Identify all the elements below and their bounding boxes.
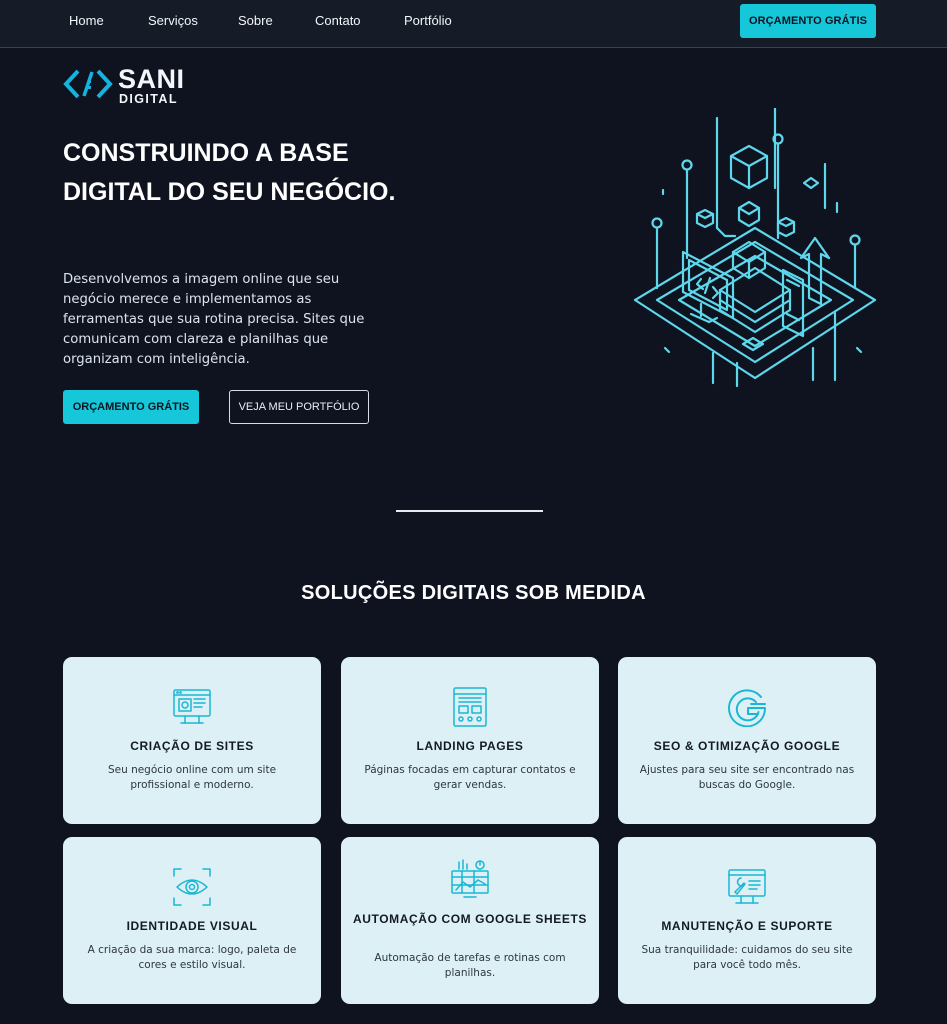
nav-link-servicos[interactable]: Serviços bbox=[148, 13, 198, 28]
service-card-sheets-automation[interactable]: AUTOMAÇÃO COM GOOGLE SHEETS Automação de… bbox=[341, 837, 599, 1004]
nav-link-portfolio[interactable]: Portfólio bbox=[404, 13, 452, 28]
hero-quote-button[interactable]: ORÇAMENTO GRÁTIS bbox=[63, 390, 199, 424]
digital-platform-illustration-icon bbox=[633, 108, 877, 388]
service-description: Automação de tarefas e rotinas com plani… bbox=[374, 952, 566, 979]
service-title: CRIAÇÃO DE SITES bbox=[130, 739, 254, 753]
eye-icon bbox=[173, 868, 211, 906]
nav-link-sobre[interactable]: Sobre bbox=[238, 13, 273, 28]
services-title: SOLUÇÕES DIGITAIS SOB MEDIDA bbox=[301, 582, 646, 604]
service-card-seo[interactable]: SEO & OTIMIZAÇÃO GOOGLE Ajustes para seu… bbox=[618, 657, 876, 824]
service-description: A criação da sua marca: logo, paleta de … bbox=[87, 944, 297, 971]
hero-title: CONSTRUINDO A BASE DIGITAL DO SEU NEGÓCI… bbox=[63, 139, 396, 206]
website-icon bbox=[173, 689, 211, 724]
service-card-maintenance[interactable]: MANUTENÇÃO E SUPORTE Sua tranquilidade: … bbox=[618, 837, 876, 1004]
service-title: SEO & OTIMIZAÇÃO GOOGLE bbox=[653, 739, 841, 753]
service-description: Páginas focadas em capturar contatos e g… bbox=[364, 764, 576, 791]
code-brackets-icon bbox=[63, 69, 113, 99]
service-card-websites[interactable]: CRIAÇÃO DE SITES Seu negócio online com … bbox=[63, 657, 321, 824]
portfolio-button[interactable]: VEJA MEU PORTFÓLIO bbox=[229, 390, 369, 424]
logo-name: SANI bbox=[118, 64, 185, 94]
section-divider bbox=[396, 510, 543, 512]
nav-quote-button[interactable]: ORÇAMENTO GRÁTIS bbox=[740, 4, 876, 38]
brand-logo[interactable]: SANI DIGITAL bbox=[63, 64, 203, 108]
google-icon bbox=[728, 689, 767, 727]
hero-description: Desenvolvemos a imagem online que seu ne… bbox=[63, 272, 365, 367]
service-title: LANDING PAGES bbox=[416, 739, 524, 753]
nav-link-home[interactable]: Home bbox=[69, 13, 104, 28]
top-navbar: Home Serviços Sobre Contato Portfólio OR… bbox=[0, 0, 947, 48]
landing-page-icon bbox=[453, 687, 487, 727]
spreadsheet-chart-icon bbox=[451, 859, 489, 898]
service-card-landing-pages[interactable]: LANDING PAGES Páginas focadas em captura… bbox=[341, 657, 599, 824]
service-title: MANUTENÇÃO E SUPORTE bbox=[661, 919, 833, 933]
service-description: Seu negócio online com um site profissio… bbox=[107, 764, 277, 791]
service-description: Sua tranquilidade: cuidamos do seu site … bbox=[641, 944, 853, 971]
service-description: Ajustes para seu site ser encontrado nas… bbox=[639, 764, 855, 791]
service-card-visual-identity[interactable]: IDENTIDADE VISUAL A criação da sua marca… bbox=[63, 837, 321, 1004]
nav-link-contato[interactable]: Contato bbox=[315, 13, 361, 28]
logo-subtitle: DIGITAL bbox=[119, 92, 178, 106]
wrench-monitor-icon bbox=[728, 869, 766, 904]
service-title: IDENTIDADE VISUAL bbox=[126, 919, 258, 933]
service-title: AUTOMAÇÃO COM GOOGLE SHEETS bbox=[353, 912, 587, 926]
